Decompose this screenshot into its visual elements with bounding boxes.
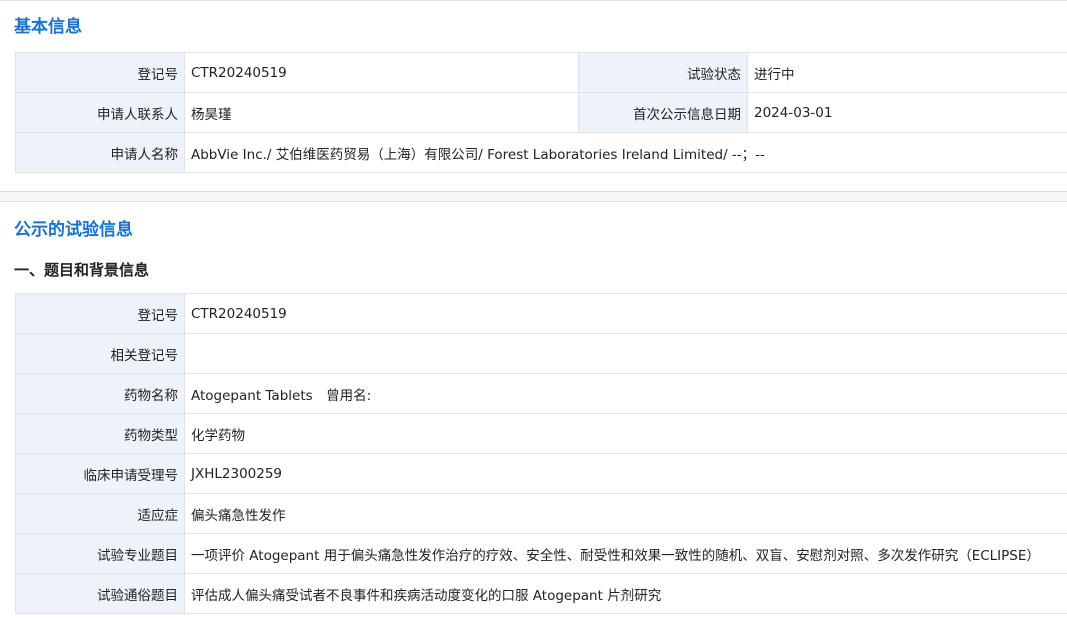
row-label: 适应症 (15, 493, 185, 534)
table-row: 登记号 CTR20240519 试验状态 进行中 (15, 52, 1067, 93)
row-value: CTR20240519 (184, 293, 1067, 334)
row-value: 评估成人偏头痛受试者不良事件和疾病活动度变化的口服 Atogepant 片剂研究 (184, 573, 1067, 614)
first-pub-date-label: 首次公示信息日期 (578, 92, 748, 133)
top-divider (0, 0, 1067, 1)
table-row: 临床申请受理号 JXHL2300259 (15, 453, 1067, 494)
trial-info-title: 公示的试验信息 (14, 220, 133, 240)
reg-no-label: 登记号 (15, 52, 185, 93)
table-row: 相关登记号 (15, 333, 1067, 374)
row-label: 临床申请受理号 (15, 453, 185, 494)
reg-no-value: CTR20240519 (184, 52, 579, 93)
row-value: 化学药物 (184, 413, 1067, 454)
row-label: 药物名称 (15, 373, 185, 414)
table-row: 试验专业题目 一项评价 Atogepant 用于偏头痛急性发作治疗的疗效、安全性… (15, 533, 1067, 574)
row-label: 药物类型 (15, 413, 185, 454)
section-divider (0, 191, 1067, 202)
table-row: 申请人联系人 杨昊瑾 首次公示信息日期 2024-03-01 (15, 92, 1067, 133)
row-label: 试验专业题目 (15, 533, 185, 574)
row-value: 一项评价 Atogepant 用于偏头痛急性发作治疗的疗效、安全性、耐受性和效果… (184, 533, 1067, 574)
contact-label: 申请人联系人 (15, 92, 185, 133)
first-pub-date-value: 2024-03-01 (747, 92, 1067, 133)
table-row: 药物类型 化学药物 (15, 413, 1067, 454)
row-value: JXHL2300259 (184, 453, 1067, 494)
basic-info-table: 登记号 CTR20240519 试验状态 进行中 申请人联系人 杨昊瑾 首次公示… (15, 52, 1067, 173)
applicant-name-label: 申请人名称 (15, 132, 185, 173)
row-value: 偏头痛急性发作 (184, 493, 1067, 534)
subsection-title: 一、题目和背景信息 (14, 261, 150, 279)
table-row: 药物名称 Atogepant Tablets 曾用名: (15, 373, 1067, 414)
basic-info-title: 基本信息 (14, 17, 82, 37)
row-label: 试验通俗题目 (15, 573, 185, 614)
row-value (184, 333, 1067, 374)
table-row: 适应症 偏头痛急性发作 (15, 493, 1067, 534)
trial-info-table: 登记号 CTR20240519 相关登记号 药物名称 Atogepant Tab… (15, 293, 1067, 614)
trial-status-label: 试验状态 (578, 52, 748, 93)
row-value: Atogepant Tablets 曾用名: (184, 373, 1067, 414)
table-row: 申请人名称 AbbVie Inc./ 艾伯维医药贸易（上海）有限公司/ Fore… (15, 132, 1067, 173)
contact-value: 杨昊瑾 (184, 92, 579, 133)
table-row: 试验通俗题目 评估成人偏头痛受试者不良事件和疾病活动度变化的口服 Atogepa… (15, 573, 1067, 614)
trial-status-value: 进行中 (747, 52, 1067, 93)
page: 基本信息 登记号 CTR20240519 试验状态 进行中 申请人联系人 杨昊瑾… (0, 0, 1067, 618)
table-row: 登记号 CTR20240519 (15, 293, 1067, 334)
row-label: 登记号 (15, 293, 185, 334)
applicant-name-value: AbbVie Inc./ 艾伯维医药贸易（上海）有限公司/ Forest Lab… (184, 132, 1067, 173)
row-label: 相关登记号 (15, 333, 185, 374)
